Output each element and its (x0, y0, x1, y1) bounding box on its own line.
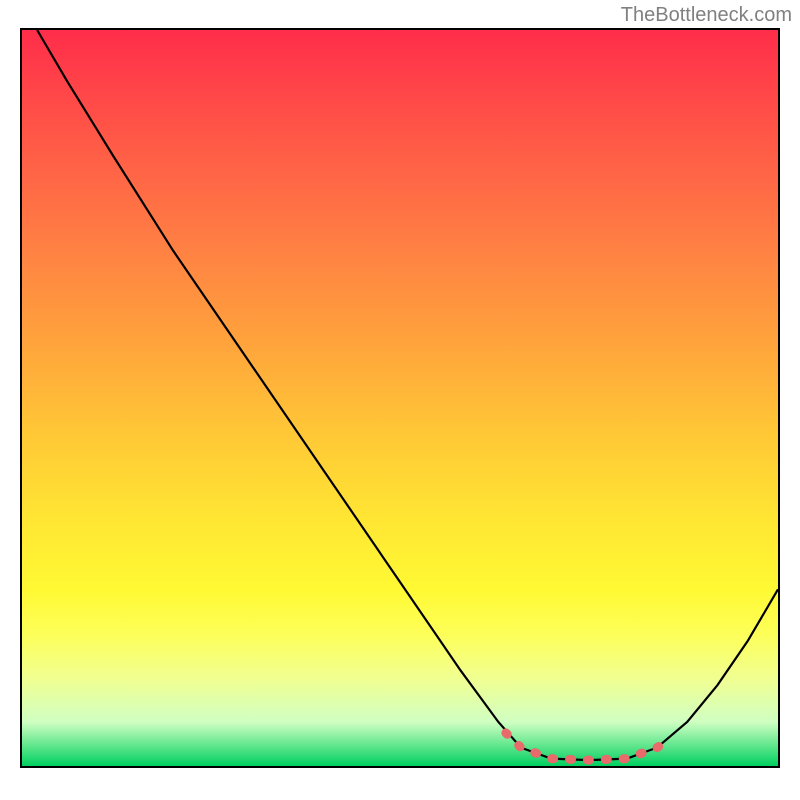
bottleneck-curve (37, 30, 778, 760)
chart-plot-area (20, 28, 780, 768)
highlight-segment (506, 733, 669, 760)
watermark-text: TheBottleneck.com (621, 4, 792, 27)
chart-svg-canvas (22, 30, 778, 766)
